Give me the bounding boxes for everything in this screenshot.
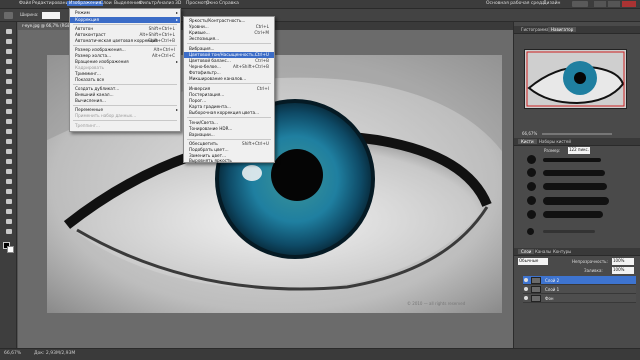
brush-icon[interactable] bbox=[4, 98, 13, 106]
tools-panel bbox=[0, 22, 17, 348]
tab-navigator[interactable]: Навигатор bbox=[548, 27, 577, 32]
blur-icon[interactable] bbox=[4, 148, 13, 156]
tab-paths[interactable]: Контуры bbox=[550, 249, 574, 254]
pupil bbox=[271, 149, 323, 201]
menu-item-adjustments[interactable]: Коррекция ▸ bbox=[70, 17, 180, 23]
menu-item-reveal-all[interactable]: Показать все bbox=[70, 77, 180, 83]
pen-icon[interactable] bbox=[4, 168, 13, 176]
path-select-icon[interactable] bbox=[4, 188, 13, 196]
tab-brushes[interactable]: Кисти bbox=[518, 139, 537, 144]
status-zoom[interactable]: 66,67% bbox=[4, 351, 21, 356]
workspace-design[interactable]: Дизайн bbox=[543, 1, 560, 6]
navigator-zoom[interactable]: 66,67% bbox=[522, 131, 537, 136]
adjustments-submenu: Яркость/Контрастность... Уровни... Ctrl+L… bbox=[183, 16, 275, 163]
workspace-switcher[interactable]: Основная рабочая среда bbox=[486, 1, 545, 6]
hand-icon[interactable] bbox=[4, 218, 13, 226]
fill-field[interactable]: 100% bbox=[612, 267, 634, 274]
visibility-eye-icon[interactable] bbox=[524, 287, 528, 291]
adj-exposure[interactable]: Экспозиция... bbox=[184, 36, 274, 42]
width-label: Ширина: bbox=[20, 12, 39, 17]
crop-icon[interactable] bbox=[4, 68, 13, 76]
menu-item-trap: Треппинг... bbox=[75, 123, 100, 128]
marquee-tool-icon[interactable] bbox=[4, 38, 13, 46]
fill-label: Заливка: bbox=[584, 268, 603, 273]
menu-separator bbox=[73, 84, 177, 85]
menu-separator bbox=[73, 120, 177, 121]
status-bar: 66,67% Док: 2,93M/2,93M bbox=[0, 348, 640, 360]
background-color-swatch[interactable] bbox=[7, 246, 14, 253]
cs-live-button[interactable] bbox=[572, 1, 588, 7]
visibility-eye-icon[interactable] bbox=[524, 296, 528, 300]
menu-separator bbox=[187, 117, 271, 118]
brush-size-label: Размер: bbox=[544, 148, 561, 153]
healing-brush-icon[interactable] bbox=[4, 88, 13, 96]
crop-tool-icon[interactable] bbox=[4, 12, 13, 19]
menu-separator bbox=[73, 45, 177, 46]
layer-thumbnail bbox=[531, 277, 541, 284]
layer-row[interactable]: Слой 2 bbox=[523, 276, 636, 285]
layer-name: Фон bbox=[545, 296, 554, 301]
layer-name: Слой 1 bbox=[545, 287, 560, 292]
type-icon[interactable] bbox=[4, 178, 13, 186]
shape-icon[interactable] bbox=[4, 198, 13, 206]
brush-size-field[interactable]: 122 пикс. bbox=[568, 147, 590, 154]
dodge-icon[interactable] bbox=[4, 158, 13, 166]
stamp-icon[interactable] bbox=[4, 108, 13, 116]
menu-item-mode[interactable]: Режим ▸ bbox=[70, 10, 180, 16]
menu-separator bbox=[187, 139, 271, 140]
menu-separator bbox=[187, 43, 271, 44]
eyedropper-icon[interactable] bbox=[4, 78, 13, 86]
adj-channel-mixer[interactable]: Микширование каналов... bbox=[184, 76, 274, 82]
menu-separator bbox=[73, 105, 177, 106]
menu-separator bbox=[187, 83, 271, 84]
history-brush-icon[interactable] bbox=[4, 118, 13, 126]
layer-name: Слой 2 bbox=[545, 278, 560, 283]
layer-thumbnail bbox=[531, 295, 541, 302]
menu-item-apply-data-set: Применить набор данных... bbox=[75, 113, 137, 118]
eraser-icon[interactable] bbox=[4, 128, 13, 136]
navigator-zoom-slider[interactable] bbox=[542, 133, 612, 135]
3d-rotate-icon[interactable] bbox=[4, 208, 13, 216]
lasso-tool-icon[interactable] bbox=[4, 48, 13, 56]
adj-selective-color[interactable]: Выборочная коррекция цвета... bbox=[184, 110, 274, 116]
visibility-eye-icon[interactable] bbox=[524, 278, 528, 282]
close-icon[interactable] bbox=[622, 1, 636, 7]
adj-variations[interactable]: Вариации... bbox=[184, 132, 274, 138]
move-tool-icon[interactable] bbox=[4, 28, 13, 36]
layer-thumbnail bbox=[531, 286, 541, 293]
tab-brush-presets[interactable]: Наборы кистей bbox=[536, 139, 574, 144]
width-field[interactable] bbox=[42, 12, 60, 19]
navigator-thumbnail[interactable] bbox=[524, 49, 627, 109]
image-menu: Режим ▸ Коррекция ▸ Автотон Shift+Ctrl+L Ав… bbox=[69, 8, 181, 132]
opacity-field[interactable]: 100% bbox=[612, 258, 634, 265]
gradient-icon[interactable] bbox=[4, 138, 13, 146]
magic-wand-icon[interactable] bbox=[4, 58, 13, 66]
menu-separator bbox=[73, 24, 177, 25]
menu-3d[interactable]: 3D bbox=[173, 1, 183, 6]
maximize-button[interactable] bbox=[608, 1, 620, 7]
navigator-preview bbox=[525, 50, 626, 108]
zoom-icon[interactable] bbox=[4, 228, 13, 236]
layer-row[interactable]: Фон bbox=[523, 294, 636, 303]
navigator-tabs: Гистограмма Навигатор bbox=[514, 26, 640, 34]
brush-tabs: Кисти Наборы кистей bbox=[514, 138, 640, 146]
minimize-button[interactable] bbox=[594, 1, 606, 7]
layer-row[interactable]: Слой 1 bbox=[523, 285, 636, 294]
opacity-label: Непрозрачность: bbox=[572, 259, 608, 264]
menu-help[interactable]: Справка bbox=[217, 1, 241, 6]
status-doc-size: Док: 2,93M/2,93M bbox=[34, 351, 76, 356]
menu-item-calculations[interactable]: Вычисления... bbox=[70, 98, 180, 104]
menu-item-auto-color[interactable]: Автоматическая цветовая коррекция Shift+C… bbox=[70, 38, 180, 44]
watermark-text: © 2010 — all rights reserved bbox=[407, 301, 466, 306]
adj-equalize[interactable]: Выровнять яркость bbox=[184, 158, 274, 164]
catchlight bbox=[242, 165, 262, 181]
layers-tabs: Слои Каналы Контуры bbox=[514, 248, 640, 256]
tab-histogram[interactable]: Гистограмма bbox=[518, 27, 552, 32]
blend-mode-select[interactable]: Обычные bbox=[518, 258, 548, 265]
